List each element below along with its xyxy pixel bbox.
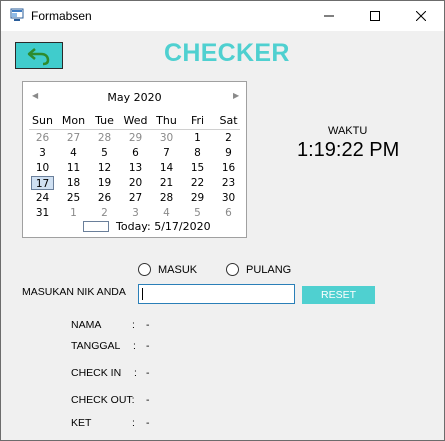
calendar-day[interactable]: 27 — [58, 131, 89, 145]
calendar-divider — [29, 129, 240, 130]
info-label: KET — [71, 417, 92, 429]
weekday-header: Thu — [156, 114, 177, 127]
weekday-header: Mon — [61, 114, 86, 127]
clock-time: 1:19:22 PM — [297, 139, 400, 161]
calendar-day[interactable]: 9 — [213, 146, 244, 160]
calendar-day[interactable]: 13 — [120, 161, 151, 175]
calendar-day[interactable]: 31 — [27, 206, 58, 220]
radio-circle[interactable] — [226, 263, 239, 276]
info-value: - — [146, 394, 150, 406]
calendar-day[interactable]: 29 — [182, 191, 213, 205]
radio-masuk-label: MASUK — [158, 263, 198, 276]
calendar-day[interactable]: 30 — [213, 191, 244, 205]
page-title: CHECKER — [164, 39, 290, 67]
today-link[interactable]: Today: 5/17/2020 — [116, 220, 211, 233]
today-marker — [83, 221, 109, 232]
calendar-day[interactable]: 21 — [151, 176, 182, 190]
info-value: - — [146, 340, 150, 352]
calendar-day[interactable]: 2 — [89, 206, 120, 220]
calendar-day[interactable]: 27 — [120, 191, 151, 205]
calendar-day[interactable]: 24 — [27, 191, 58, 205]
calendar-day[interactable]: 6 — [120, 146, 151, 160]
weekday-header: Fri — [190, 114, 205, 127]
radio-pulang-label: PULANG — [246, 263, 292, 276]
info-colon: : — [132, 417, 135, 429]
radio-masuk[interactable]: MASUK — [138, 263, 197, 276]
calendar-day[interactable]: 18 — [58, 176, 89, 190]
calendar-day[interactable]: 1 — [58, 206, 89, 220]
radio-pulang[interactable]: PULANG — [226, 263, 291, 276]
calendar-day[interactable]: 11 — [58, 161, 89, 175]
calendar-day[interactable]: 8 — [182, 146, 213, 160]
calendar-day[interactable]: 22 — [182, 176, 213, 190]
calendar-day[interactable]: 4 — [151, 206, 182, 220]
calendar-day[interactable]: 28 — [151, 191, 182, 205]
minimize-icon — [324, 15, 334, 17]
window-title: Formabsen — [31, 9, 92, 23]
back-button[interactable] — [15, 42, 63, 69]
info-colon: : — [134, 367, 137, 379]
info-colon: : — [133, 340, 136, 352]
weekday-header: Sat — [219, 114, 238, 127]
calendar-day[interactable]: 30 — [151, 131, 182, 145]
calendar-day[interactable]: 15 — [182, 161, 213, 175]
calendar-day[interactable]: 16 — [213, 161, 244, 175]
maximize-button[interactable] — [352, 1, 398, 31]
calendar-day[interactable]: 17 — [31, 176, 54, 190]
calendar-day[interactable]: 4 — [58, 146, 89, 160]
info-label: CHECK IN — [71, 367, 122, 379]
calendar-day[interactable]: 7 — [151, 146, 182, 160]
calendar-day[interactable]: 23 — [213, 176, 244, 190]
back-arrow-icon — [27, 47, 50, 65]
radio-circle[interactable] — [138, 263, 151, 276]
calendar-day[interactable]: 19 — [89, 176, 120, 190]
weekday-header: Sun — [32, 114, 53, 127]
info-colon: : — [132, 319, 135, 331]
calendar-day[interactable]: 28 — [89, 131, 120, 145]
calendar-day[interactable]: 1 — [182, 131, 213, 145]
calendar-day[interactable]: 12 — [89, 161, 120, 175]
calendar-day[interactable]: 5 — [89, 146, 120, 160]
maximize-icon — [370, 11, 380, 21]
weekday-header: Wed — [123, 114, 148, 127]
info-value: - — [146, 367, 150, 379]
app-window: Formabsen CHECKER ◀ May 2020 ▶ Sun Mon Tue… — [0, 0, 445, 441]
calendar-day[interactable]: 20 — [120, 176, 151, 190]
title-bar[interactable]: Formabsen — [1, 1, 444, 31]
calendar-day[interactable]: 6 — [213, 206, 244, 220]
calendar-month-label[interactable]: May 2020 — [23, 91, 246, 105]
app-icon — [10, 8, 24, 22]
minimize-button[interactable] — [306, 1, 352, 31]
nik-label: MASUKAN NIK ANDA — [22, 286, 126, 298]
calendar-day[interactable]: 26 — [89, 191, 120, 205]
close-button[interactable] — [398, 1, 444, 31]
info-label: CHECK OUT: — [71, 394, 135, 406]
reset-button[interactable]: RESET — [302, 286, 375, 304]
info-label: NAMA — [71, 319, 102, 331]
weekday-header: Tue — [95, 114, 114, 127]
close-icon — [416, 11, 426, 21]
calendar-day[interactable]: 2 — [213, 131, 244, 145]
clock-label: WAKTU — [328, 125, 368, 137]
calendar-day[interactable]: 10 — [27, 161, 58, 175]
text-caret — [142, 288, 143, 300]
calendar-day[interactable]: 14 — [151, 161, 182, 175]
info-label: TANGGAL — [71, 340, 121, 352]
calendar-day[interactable]: 3 — [27, 146, 58, 160]
calendar-day[interactable]: 25 — [58, 191, 89, 205]
calendar-day[interactable]: 29 — [120, 131, 151, 145]
nik-input[interactable] — [138, 284, 295, 304]
month-calendar[interactable]: ◀ May 2020 ▶ Sun Mon Tue Wed Thu Fri Sat 26 27 2… — [22, 81, 247, 238]
calendar-day[interactable]: 26 — [27, 131, 58, 145]
calendar-day[interactable]: 5 — [182, 206, 213, 220]
next-month-icon[interactable]: ▶ — [233, 91, 239, 100]
info-value: - — [146, 417, 150, 429]
calendar-day[interactable]: 3 — [120, 206, 151, 220]
info-value: - — [146, 319, 150, 331]
